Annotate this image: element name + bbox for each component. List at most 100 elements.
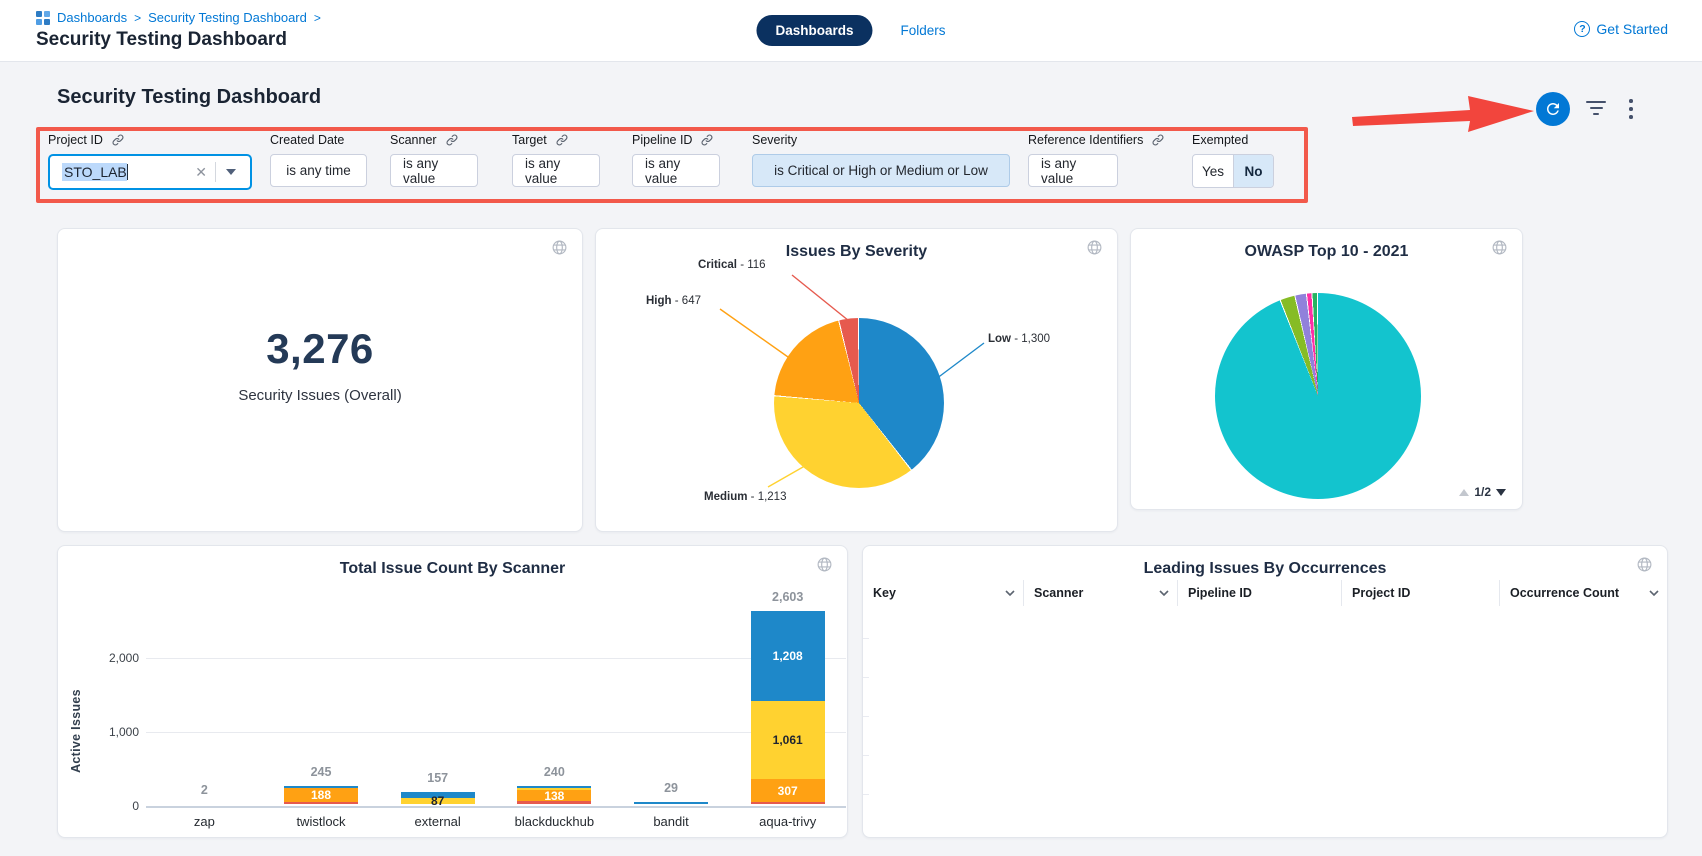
bar-blackduckhub[interactable]: 240 138 [496, 765, 613, 804]
bar-segment-orange[interactable]: 138 [517, 790, 591, 800]
table-title: Leading Issues By Occurrences [863, 560, 1667, 578]
bar-bandit[interactable]: 29 [613, 781, 730, 804]
bar-segment-red[interactable] [751, 802, 825, 804]
reference-identifiers-value-button[interactable]: is any value [1028, 154, 1118, 187]
breadcrumb-current[interactable]: Security Testing Dashboard [148, 10, 307, 25]
bar-segment-orange[interactable]: 188 [284, 788, 358, 802]
reference-identifiers-label: Reference Identifiers [1028, 133, 1143, 147]
text-cursor [127, 164, 128, 180]
owasp-pie-chart[interactable] [1215, 293, 1421, 499]
get-started-link[interactable]: ? Get Started [1574, 21, 1668, 37]
page-up-icon[interactable] [1459, 489, 1469, 496]
column-header-key[interactable]: Key [863, 580, 1023, 606]
bar-stack: 188 [284, 786, 358, 804]
severity-pie-chart[interactable] [774, 318, 944, 488]
target-value-button[interactable]: is any value [512, 154, 600, 187]
security-issues-count: 3,276 [58, 325, 582, 373]
link-icon [445, 133, 459, 147]
bar-total-label: 2,603 [772, 590, 803, 604]
security-issues-label: Security Issues (Overall) [58, 387, 582, 404]
globe-icon[interactable] [551, 239, 568, 261]
bar-segment-red[interactable] [517, 801, 591, 804]
link-icon [111, 133, 125, 147]
bar-segment-yellow[interactable]: 87 [401, 798, 475, 804]
column-header-project-id[interactable]: Project ID [1341, 580, 1499, 606]
project-id-value: STO_LAB [62, 163, 127, 181]
clear-icon[interactable]: ✕ [187, 164, 215, 181]
column-header-occurrence-count[interactable]: Occurrence Count [1499, 580, 1667, 606]
annotation-arrow [1350, 90, 1540, 140]
x-axis-categories: zaptwistlockexternalblackduckhubbanditaq… [146, 814, 846, 829]
owasp-pie-title: OWASP Top 10 - 2021 [1131, 243, 1522, 261]
get-started-label: Get Started [1596, 21, 1668, 37]
breadcrumb-separator: > [134, 11, 141, 25]
tab-folders[interactable]: Folders [901, 23, 946, 38]
bar-segment-orange[interactable]: 307 [751, 779, 825, 802]
empty-row-divider [863, 716, 869, 717]
breadcrumb: Dashboards > Security Testing Dashboard … [36, 10, 321, 25]
more-options-icon[interactable] [1629, 99, 1633, 119]
bar-total-label: 245 [311, 765, 332, 779]
bar-segment-blue[interactable] [634, 802, 708, 804]
filter-created-date: Created Date is any time [270, 132, 367, 187]
bar-total-label: 2 [201, 783, 208, 797]
page-down-icon[interactable] [1496, 489, 1506, 496]
tab-dashboards[interactable]: Dashboards [756, 15, 872, 46]
bar-stack: 1,2081,061307 [751, 611, 825, 804]
column-header-pipeline-id[interactable]: Pipeline ID [1177, 580, 1341, 606]
bar-total-label: 157 [427, 771, 448, 785]
x-axis-line [146, 806, 846, 808]
bar-aqua-trivy[interactable]: 2,603 1,2081,061307 [729, 590, 846, 804]
created-date-value-button[interactable]: is any time [270, 154, 367, 187]
filter-severity: Severity is Critical or High or Medium o… [752, 132, 1010, 187]
card-leading-issues-by-occurrences: Leading Issues By Occurrences Key Scanne… [862, 545, 1668, 838]
filters-icon[interactable] [1585, 101, 1607, 119]
y-tick-0: 0 [79, 799, 139, 813]
sort-chevron-icon[interactable] [1649, 590, 1659, 597]
page-title: Security Testing Dashboard [36, 29, 287, 51]
filter-target: Target is any value [512, 132, 600, 187]
bar-segment-yellow[interactable]: 1,061 [751, 701, 825, 780]
x-category-label: blackduckhub [496, 814, 613, 829]
breadcrumb-dashboards[interactable]: Dashboards [57, 10, 127, 25]
pie-label-medium: Medium - 1,213 [704, 491, 786, 503]
sort-chevron-icon[interactable] [1005, 590, 1015, 597]
bar-zap[interactable]: 2 [146, 783, 263, 804]
bar-segment-red[interactable] [284, 802, 358, 804]
y-tick-1000: 1,000 [79, 725, 139, 739]
top-bar: Dashboards > Security Testing Dashboard … [0, 0, 1702, 62]
exempted-yes-option[interactable]: Yes [1193, 155, 1233, 187]
filter-exempted: Exempted Yes No [1192, 132, 1274, 188]
bar-segment-blue[interactable]: 1,208 [751, 611, 825, 700]
project-id-label: Project ID [48, 133, 103, 147]
target-label: Target [512, 133, 547, 147]
bar-stack: 138 [517, 786, 591, 804]
filter-pipeline-id: Pipeline ID is any value [632, 132, 720, 187]
bar-total-label: 240 [544, 765, 565, 779]
dashboards-grid-icon [36, 11, 50, 25]
link-icon [700, 133, 714, 147]
project-id-input[interactable]: STO_LAB ✕ [48, 154, 252, 190]
bar-external[interactable]: 157 87 [379, 771, 496, 804]
refresh-button[interactable] [1536, 92, 1570, 126]
bar-stack [634, 802, 708, 804]
pie-label-high: High - 647 [646, 295, 701, 307]
page-indicator: 1/2 [1474, 485, 1491, 499]
bar-twistlock[interactable]: 245 188 [263, 765, 380, 804]
column-header-scanner[interactable]: Scanner [1023, 580, 1177, 606]
exempted-no-option[interactable]: No [1233, 155, 1273, 187]
link-icon [555, 133, 569, 147]
pipeline-id-value-button[interactable]: is any value [632, 154, 720, 187]
bar-stack: 87 [401, 792, 475, 804]
exempted-label: Exempted [1192, 133, 1248, 147]
chevron-down-icon[interactable] [226, 169, 236, 175]
input-divider [215, 162, 216, 182]
help-icon: ? [1574, 21, 1590, 37]
created-date-label: Created Date [270, 133, 344, 147]
top-tabs: Dashboards Folders [756, 15, 945, 46]
bar-chart-plot[interactable]: 2 245 188 157 87 240 138 29 2,603 1,2081,061307 [146, 559, 846, 804]
sort-chevron-icon[interactable] [1159, 590, 1169, 597]
severity-value-button[interactable]: is Critical or High or Medium or Low [752, 154, 1010, 187]
filter-project-id: Project ID STO_LAB ✕ [48, 132, 252, 190]
scanner-value-button[interactable]: is any value [390, 154, 478, 187]
